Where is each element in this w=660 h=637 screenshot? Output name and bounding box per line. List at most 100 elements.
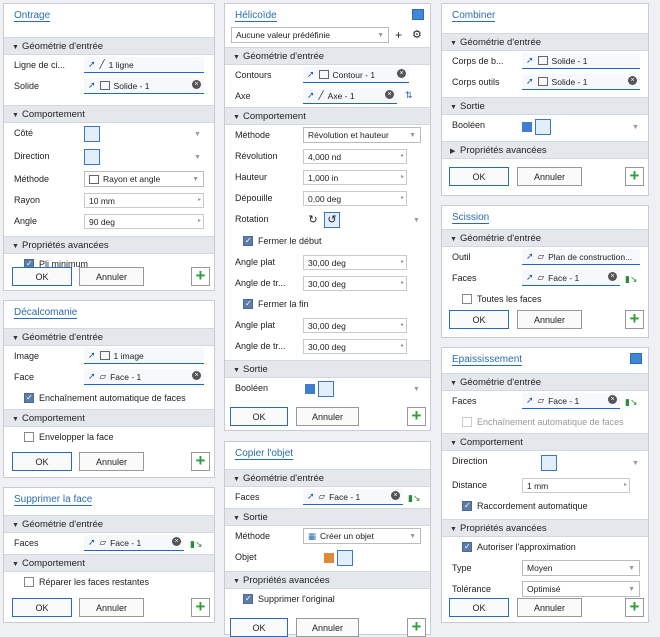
- solid-orange-icon[interactable]: [324, 553, 334, 563]
- cancel-button[interactable]: Annuler: [79, 452, 144, 471]
- ok-button[interactable]: OK: [449, 167, 509, 186]
- surface-icon[interactable]: [305, 550, 321, 566]
- outil-selector[interactable]: ➚ ▱ Plan de construction...: [522, 249, 640, 265]
- ligne-selector[interactable]: ➚ ╱ 1 ligne: [84, 57, 204, 73]
- clear-icon[interactable]: ×: [385, 90, 394, 99]
- section-output[interactable]: ▼ Sortie: [225, 508, 430, 526]
- composite-icon[interactable]: [337, 550, 353, 566]
- ok-button[interactable]: OK: [449, 310, 509, 329]
- clear-icon[interactable]: ×: [608, 272, 617, 281]
- join-icon[interactable]: [305, 384, 315, 394]
- add-icon[interactable]: +: [625, 598, 644, 617]
- row-fermer-fin[interactable]: Fermer la fin: [225, 294, 430, 315]
- solide-selector[interactable]: ➚ Solide - 1 ×: [84, 78, 204, 94]
- row-reparer[interactable]: Réparer les faces restantes: [4, 572, 214, 593]
- faces-selector[interactable]: ➚ ▱ Face - 1 ×: [303, 489, 403, 505]
- clear-icon[interactable]: ×: [391, 491, 400, 500]
- methode-select[interactable]: ▦ Créer un objet ▼: [303, 528, 421, 544]
- add-icon[interactable]: +: [191, 267, 210, 286]
- section-input-geometry[interactable]: ▼ Géométrie d'entrée: [4, 37, 214, 55]
- supprimer-checkbox[interactable]: [243, 593, 253, 604]
- contours-selector[interactable]: ➚ Contour - 1 ×: [303, 67, 409, 83]
- cancel-button[interactable]: Annuler: [517, 310, 582, 329]
- face-selector[interactable]: ➚ ▱ Face - 1 ×: [84, 369, 204, 385]
- add-icon[interactable]: +: [625, 167, 644, 186]
- section-input-geometry[interactable]: ▼ Géométrie d'entrée: [442, 373, 648, 391]
- corps-base-selector[interactable]: ➚ Solide - 1: [522, 53, 640, 69]
- ok-button[interactable]: OK: [449, 598, 509, 617]
- direction-option-1-icon[interactable]: [84, 149, 100, 165]
- axe-selector[interactable]: ➚ ╱ Axe - 1 ×: [303, 88, 397, 104]
- cut-icon[interactable]: [535, 119, 551, 135]
- cancel-button[interactable]: Annuler: [79, 598, 144, 617]
- section-behavior[interactable]: ▼ Comportement: [225, 107, 430, 125]
- angle-tr-input[interactable]: 30,00 deg ▸: [303, 276, 407, 291]
- angle-input[interactable]: 90 deg ▸: [84, 214, 204, 229]
- rotation-cw-icon[interactable]: ↻: [305, 212, 321, 228]
- direction-option-2-icon[interactable]: [541, 455, 557, 471]
- row-fermer-debut[interactable]: Fermer le début: [225, 231, 430, 252]
- section-output[interactable]: ▼ Sortie: [225, 360, 430, 378]
- angle-plat-input[interactable]: 30,00 deg ▸: [303, 255, 407, 270]
- section-advanced[interactable]: ▼ Propriétés avancées: [4, 236, 214, 254]
- add-preset-icon[interactable]: +: [395, 28, 402, 42]
- angle-tr-2-input[interactable]: 30,00 deg ▸: [303, 339, 407, 354]
- faces-selector[interactable]: ➚ ▱ Face - 1 ×: [522, 270, 620, 286]
- fermer-debut-checkbox[interactable]: [243, 235, 253, 246]
- direction-option-2-icon[interactable]: [103, 149, 119, 165]
- intersect-icon[interactable]: [337, 381, 353, 397]
- gear-icon[interactable]: ⚙: [412, 28, 422, 41]
- clear-icon[interactable]: ×: [192, 371, 201, 380]
- side-option-1-icon[interactable]: [84, 126, 100, 142]
- add-icon[interactable]: +: [407, 618, 426, 637]
- cancel-button[interactable]: Annuler: [296, 407, 359, 426]
- faces-selector[interactable]: ➚ ▱ Face - 1 ×: [522, 393, 620, 409]
- face-select-tool-icon[interactable]: ▮↘: [625, 397, 638, 408]
- rotation-ccw-icon[interactable]: ↺: [324, 212, 340, 228]
- methode-select[interactable]: Rayon et angle ▼: [84, 171, 204, 187]
- enchain-checkbox[interactable]: [24, 392, 34, 403]
- cancel-button[interactable]: Annuler: [79, 267, 144, 286]
- faces-selector[interactable]: ➚ ▱ Face - 1 ×: [84, 535, 184, 551]
- direction-option-1-icon[interactable]: [522, 455, 538, 471]
- raccord-checkbox[interactable]: [462, 500, 472, 511]
- clear-icon[interactable]: ×: [608, 395, 617, 404]
- rayon-input[interactable]: 10 mm ▸: [84, 193, 204, 208]
- envelopper-checkbox[interactable]: [24, 431, 34, 442]
- ok-button[interactable]: OK: [230, 618, 288, 637]
- row-supprimer[interactable]: Supprimer l'original: [225, 589, 430, 610]
- section-advanced[interactable]: ▼ Propriétés avancées: [225, 571, 430, 589]
- row-envelopper[interactable]: Envelopper la face: [4, 427, 214, 448]
- angle-plat-2-input[interactable]: 30,00 deg ▸: [303, 318, 407, 333]
- depouille-input[interactable]: 0,00 deg ▸: [303, 191, 407, 206]
- row-enchain[interactable]: Enchaînement automatique de faces: [4, 388, 214, 409]
- image-selector[interactable]: ➚ 1 image: [84, 348, 204, 364]
- distance-input[interactable]: 1 mm ▸: [522, 478, 630, 493]
- fermer-fin-checkbox[interactable]: [243, 298, 253, 309]
- autoriser-checkbox[interactable]: [462, 541, 472, 552]
- preset-select[interactable]: Aucune valeur prédéfinie ▼: [231, 27, 389, 43]
- section-behavior[interactable]: ▼ Comportement: [4, 554, 214, 572]
- type-select[interactable]: Moyen ▼: [522, 560, 640, 576]
- tolerance-select[interactable]: Optimisé ▼: [522, 581, 640, 597]
- section-output[interactable]: ▼ Sortie: [442, 97, 648, 115]
- clear-icon[interactable]: ×: [628, 76, 637, 85]
- ok-button[interactable]: OK: [12, 598, 72, 617]
- add-icon[interactable]: +: [191, 452, 210, 471]
- side-option-3-icon[interactable]: [122, 126, 138, 142]
- join-icon[interactable]: [522, 122, 532, 132]
- reparer-checkbox[interactable]: [24, 576, 34, 587]
- toutes-checkbox[interactable]: [462, 293, 472, 304]
- face-select-tool-icon[interactable]: ▮↘: [625, 274, 638, 285]
- add-icon[interactable]: +: [191, 598, 210, 617]
- cancel-button[interactable]: Annuler: [517, 598, 582, 617]
- face-select-tool-icon[interactable]: ▮↘: [190, 539, 203, 550]
- revolution-input[interactable]: 4,000 nd ▸: [303, 149, 407, 164]
- cancel-button[interactable]: Annuler: [296, 618, 359, 637]
- section-input-geometry[interactable]: ▼ Géométrie d'entrée: [4, 515, 214, 533]
- methode-select[interactable]: Révolution et hauteur ▼: [303, 127, 421, 143]
- section-input-geometry[interactable]: ▼ Géométrie d'entrée: [225, 47, 430, 65]
- add-icon[interactable]: +: [407, 407, 426, 426]
- row-toutes[interactable]: Toutes les faces: [442, 289, 648, 310]
- side-option-2-icon[interactable]: [103, 126, 119, 142]
